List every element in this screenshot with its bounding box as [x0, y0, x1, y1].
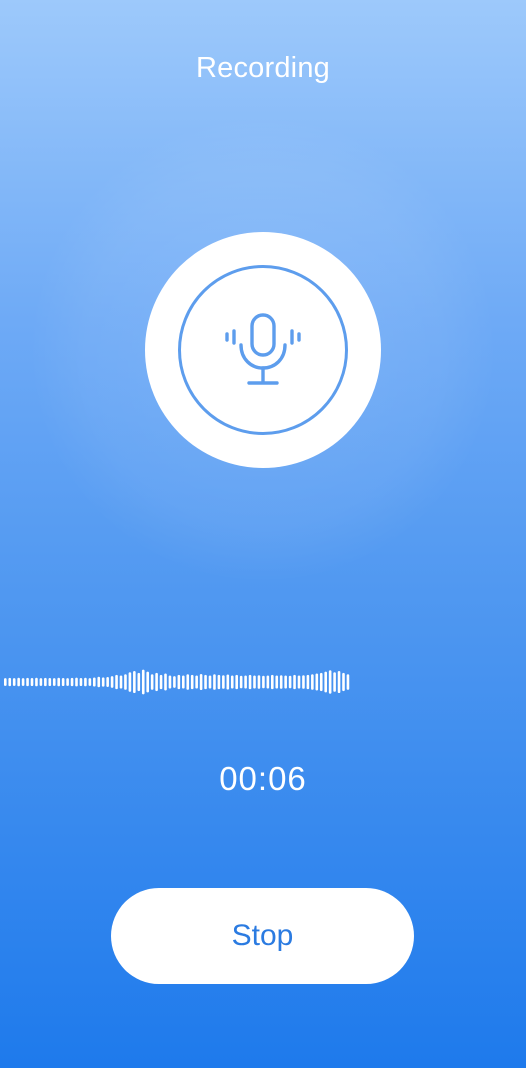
waveform-bar [182, 675, 185, 689]
waveform-bar [146, 671, 149, 693]
waveform-bar [26, 677, 29, 687]
waveform-bar [159, 674, 163, 690]
waveform-bar [239, 675, 243, 689]
waveform-bar [279, 675, 283, 689]
waveform-bar [133, 670, 136, 694]
stop-button[interactable]: Stop [111, 888, 414, 984]
waveform-bar [124, 674, 127, 690]
waveform-bar [315, 673, 319, 691]
waveform-bar [93, 677, 96, 687]
waveform-bar [48, 677, 52, 687]
waveform-bar [8, 677, 12, 687]
waveform-bar [271, 674, 274, 690]
waveform-bar [199, 673, 203, 691]
waveform-bar [253, 675, 256, 689]
waveform-bar [44, 677, 47, 687]
waveform-bar [248, 674, 252, 690]
waveform-bar [235, 674, 238, 690]
waveform-bar [293, 674, 296, 690]
waveform-bar [21, 678, 25, 686]
waveform-bar [128, 672, 132, 692]
waveform-bar [168, 675, 172, 689]
waveform-bar [79, 677, 83, 687]
waveform-bar [284, 675, 287, 689]
microphone-icon [220, 307, 306, 393]
waveform-bar [302, 675, 305, 689]
waveform-bar [66, 678, 69, 686]
waveform-bar [297, 675, 301, 689]
waveform-bar [61, 677, 65, 687]
waveform-bar [328, 670, 332, 694]
waveform-bar [70, 677, 74, 687]
waveform-bar [84, 677, 87, 687]
waveform-bar [75, 677, 78, 687]
waveform-bar [195, 675, 198, 689]
waveform-bar [164, 673, 167, 691]
waveform-bar [222, 675, 225, 689]
waveform-bar [97, 676, 101, 688]
waveform-bar [106, 677, 109, 687]
waveform-bar [39, 678, 43, 686]
waveform-bar [101, 677, 105, 687]
waveform-bar [217, 674, 221, 690]
waveform-bar [213, 674, 216, 690]
waveform-bar [52, 678, 56, 686]
waveform-bar [333, 672, 336, 692]
waveform-bar [30, 677, 34, 687]
waveform-bar [150, 674, 154, 690]
waveform-bar [244, 675, 247, 689]
waveform-bar [306, 674, 310, 690]
waveform-bar [155, 672, 158, 692]
stop-button-label: Stop [231, 919, 294, 952]
waveform-bar [190, 674, 194, 690]
waveform-bar [186, 674, 190, 690]
record-button[interactable] [145, 232, 381, 468]
waveform-bar [141, 669, 145, 695]
waveform-bar [88, 678, 92, 686]
waveform-bar [208, 675, 212, 689]
waveform-bar [337, 670, 341, 694]
waveform-bar [137, 672, 141, 692]
waveform-bar [230, 675, 234, 689]
waveform-bar [4, 678, 7, 686]
waveform-bar [173, 676, 176, 688]
waveform-bar [12, 678, 16, 686]
waveform-bar [324, 671, 327, 693]
waveform-bar [119, 675, 123, 689]
waveform-bar [346, 674, 350, 690]
waveform-bar [35, 677, 38, 687]
waveform-bar [342, 672, 345, 692]
waveform-bar [311, 674, 314, 690]
waveform-bar [110, 676, 114, 688]
recording-screen: Recording 00:06 Stop [0, 0, 526, 1068]
page-title: Recording [196, 52, 330, 84]
waveform-bar [17, 677, 20, 687]
waveform-bar [226, 674, 230, 690]
waveform-bar [319, 672, 323, 692]
waveform-bar [177, 674, 181, 690]
elapsed-time: 00:06 [219, 760, 307, 797]
waveform-bar [262, 675, 265, 689]
waveform-bar [257, 675, 261, 689]
audio-waveform [4, 669, 350, 695]
waveform-bar [288, 675, 292, 689]
waveform-bar [115, 674, 118, 690]
waveform-bar [275, 675, 279, 689]
waveform-bar [57, 677, 60, 687]
record-button-ring [178, 265, 348, 435]
waveform-bar [266, 675, 270, 689]
waveform-bar [204, 674, 207, 690]
